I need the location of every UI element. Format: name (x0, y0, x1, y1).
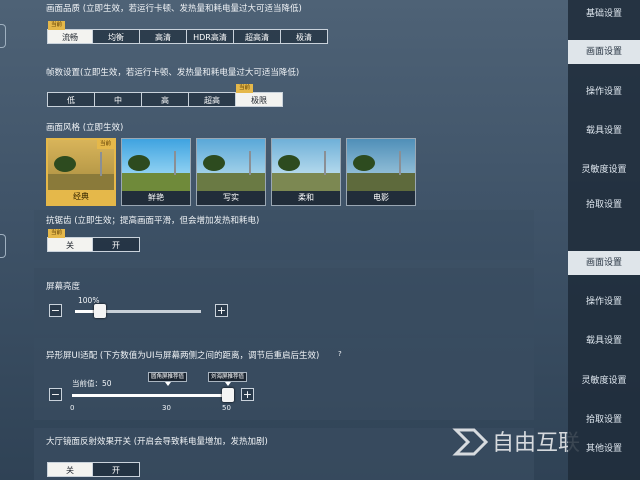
brightness-title: 屏幕亮度 (46, 282, 81, 292)
current-badge: 当前 (236, 84, 254, 93)
tower-icon (100, 152, 102, 176)
sidebar-item-controls[interactable]: 操作设置 (568, 290, 640, 314)
notch-tick-0: 0 (70, 404, 75, 412)
reflection-on[interactable]: 开 (92, 462, 140, 477)
quality-option-hd[interactable]: 高清 (139, 29, 187, 44)
style-option-cinema[interactable]: 电影 (346, 138, 416, 206)
antialias-title: 抗锯齿 (立即生效；提高画面平滑，但会增加发热和耗电) (46, 216, 260, 226)
notch-tick-30: 30 (162, 404, 171, 412)
brightness-panel (34, 268, 534, 330)
current-badge: 当前 (48, 229, 66, 238)
sidebar-item-sensitivity[interactable]: 灵敏度设置 (568, 158, 640, 182)
tower-icon (399, 151, 401, 175)
sidebar-item-graphics[interactable]: 画面设置 (568, 40, 640, 64)
fps-option-low[interactable]: 低 (47, 92, 95, 107)
tree-icon (353, 155, 375, 171)
tree-icon (128, 155, 150, 171)
reflection-segmented: 关 开 (47, 462, 140, 477)
notch-help-icon[interactable]: ? (338, 350, 342, 358)
quality-option-balanced[interactable]: 均衡 (92, 29, 140, 44)
sidebar-item-sensitivity[interactable]: 灵敏度设置 (568, 369, 640, 393)
reflection-off[interactable]: 关 (47, 462, 93, 477)
notch-screen-tip: 刘海屏推荐值 (208, 372, 248, 382)
settings-main: 画面品质 (立即生效，若运行卡顿、发热量和耗电量过大可适当降低) 当前 流畅 均… (0, 0, 580, 480)
notch-fill (72, 394, 234, 397)
rounded-screen-marker (165, 382, 171, 386)
fps-segmented: 低 中 高 超高 当前 极限 (47, 84, 283, 107)
svg-text:自由互联: 自由互联 (492, 431, 580, 456)
notch-plus-button[interactable]: + (241, 388, 254, 401)
left-collapse-handle[interactable] (0, 24, 6, 48)
fps-title: 帧数设置(立即生效，若运行卡顿、发热量和耗电量过大可适当降低) (46, 68, 300, 78)
sidebar-item-graphics[interactable]: 画面设置 (568, 251, 640, 275)
tree-icon (203, 155, 225, 171)
quality-option-hdr[interactable]: HDR高清 (186, 29, 234, 44)
fps-option-high[interactable]: 高 (141, 92, 189, 107)
style-option-realistic[interactable]: 写实 (196, 138, 266, 206)
style-option-soft[interactable]: 柔和 (271, 138, 341, 206)
brightness-minus-button[interactable]: − (49, 304, 62, 317)
style-option-vivid[interactable]: 鲜艳 (121, 138, 191, 206)
sidebar-item-controls[interactable]: 操作设置 (568, 80, 640, 104)
notch-title: 异形屏UI适配 (下方数值为UI与屏幕两侧之间的距离，调节后重启后生效) (46, 351, 320, 361)
tower-icon (174, 151, 176, 175)
antialias-segmented: 当前 关 开 (47, 229, 140, 252)
settings-sidebar: 基础设置 画面设置 操作设置 载具设置 灵敏度设置 拾取设置 画面设置 操作设置… (568, 0, 640, 480)
quality-option-uhd[interactable]: 超高清 (233, 29, 281, 44)
quality-segmented: 当前 流畅 均衡 高清 HDR高清 超高清 极清 (47, 21, 328, 44)
notch-screen-marker (225, 382, 231, 386)
antialias-off[interactable]: 当前 关 (47, 229, 93, 252)
sidebar-item-pickup[interactable]: 拾取设置 (568, 198, 640, 212)
tree-icon (54, 156, 76, 172)
notch-tick-50: 50 (222, 404, 231, 412)
brightness-plus-button[interactable]: + (215, 304, 228, 317)
brightness-slider-handle[interactable] (94, 304, 107, 318)
tower-icon (249, 151, 251, 175)
fps-option-medium[interactable]: 中 (94, 92, 142, 107)
notch-slider-handle[interactable] (222, 388, 234, 402)
notch-minus-button[interactable]: − (49, 388, 62, 401)
style-title: 画面风格 (立即生效) (46, 123, 124, 133)
antialias-on[interactable]: 开 (92, 237, 140, 252)
sidebar-item-basic[interactable]: 基础设置 (568, 2, 640, 26)
sidebar-item-vehicle[interactable]: 载具设置 (568, 119, 640, 143)
quality-option-smooth[interactable]: 当前 流畅 (47, 21, 93, 44)
notch-current-value: 当前值：50 (72, 379, 112, 388)
rounded-screen-tip: 圆角屏推荐值 (148, 372, 188, 382)
tree-icon (278, 155, 300, 171)
fps-option-max[interactable]: 当前 极限 (235, 84, 283, 107)
fps-option-ultra[interactable]: 超高 (188, 92, 236, 107)
reflection-title: 大厅镜面反射效果开关 (开启会导致耗电量增加，发热加剧) (46, 437, 268, 447)
sidebar-item-vehicle[interactable]: 载具设置 (568, 329, 640, 353)
sidebar-item-other[interactable]: 其他设置 (568, 437, 640, 461)
current-badge: 当前 (48, 21, 66, 30)
current-badge: 当前 (96, 140, 114, 149)
left-collapse-handle[interactable] (0, 234, 6, 258)
quality-title: 画面品质 (立即生效，若运行卡顿、发热量和耗电量过大可适当降低) (46, 4, 302, 14)
tower-icon (324, 151, 326, 175)
style-option-classic[interactable]: 当前 经典 (46, 138, 116, 206)
quality-option-extreme[interactable]: 极清 (280, 29, 328, 44)
sidebar-item-pickup[interactable]: 拾取设置 (568, 408, 640, 432)
